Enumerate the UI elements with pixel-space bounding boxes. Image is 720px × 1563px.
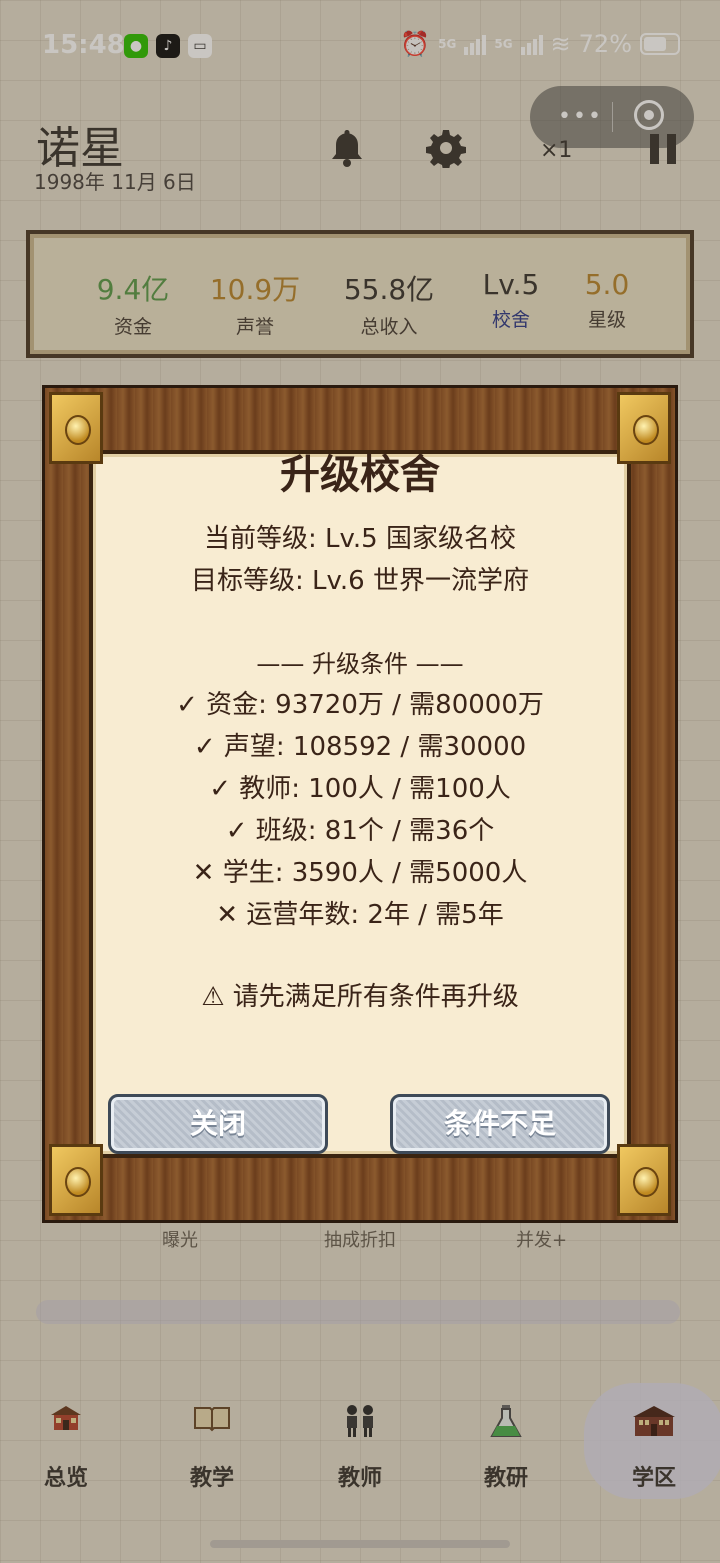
stat-label: 总收入 [360,316,418,338]
teachers-icon [300,1404,420,1440]
flask-icon [446,1404,566,1440]
wechat-icon: ● [124,34,148,58]
bottom-nav: 总览 教学 教师 教研 学区 [0,1390,720,1510]
school-house-icon [6,1404,126,1440]
stat-label: 星级 [587,309,626,331]
nav-item-research[interactable]: 教研 [446,1390,566,1500]
nav-label: 学区 [631,1466,676,1491]
stat-value: 9.4亿 [96,273,170,306]
stat-school-level[interactable]: Lv.5 校舍 [456,268,566,332]
corner-ornament [617,1144,671,1216]
nav-label: 教师 [337,1466,382,1491]
pause-icon[interactable] [650,134,676,164]
alarm-icon: ⏰ [400,30,431,58]
network-label-1: 5G [438,37,457,51]
dialog-title: 升级校舍 [280,452,440,498]
condition-teachers: ✓ 教师: 100人 / 需100人 [209,774,511,804]
signal-icon [520,33,543,55]
network-label-2: 5G [494,37,513,51]
stat-total-income: 55.8亿 总收入 [334,268,444,339]
settings-gear-icon[interactable] [426,128,466,177]
current-level-text: 当前等级: Lv.5 国家级名校 [204,524,516,554]
condition-reputation: ✓ 声望: 108592 / 需30000 [193,732,527,762]
status-time: 15:48 [42,30,125,60]
condition-classes: ✓ 班级: 81个 / 需36个 [225,816,495,846]
wifi-icon: ≋ [550,30,571,58]
target-level-text: 目标等级: Lv.6 世界一流学府 [191,566,529,596]
condition-students: ✕ 学生: 3590人 / 需5000人 [192,858,528,888]
game-date: 1998年 11月 6日 [34,170,196,194]
corner-ornament [49,1144,103,1216]
nav-item-teaching[interactable]: 教学 [152,1390,272,1500]
message-icon: ▭ [188,34,212,58]
home-indicator[interactable] [210,1540,510,1548]
close-button[interactable]: 关闭 [108,1094,328,1154]
status-bar: 15:48 ● ♪ ▭ ⏰ 5G 5G ≋ 72% [0,22,720,72]
conditions-heading: —— 升级条件 —— [256,650,464,678]
bg-label: 曝光 [162,1230,198,1251]
bell-icon[interactable] [330,128,364,177]
book-icon [152,1404,272,1440]
game-speed-button[interactable]: ×1 [540,138,572,163]
bg-label: 抽成折扣 [324,1230,396,1251]
stat-value: 10.9万 [209,273,301,306]
condition-years: ✕ 运营年数: 2年 / 需5年 [216,900,504,930]
close-miniprogram-icon[interactable] [634,100,664,130]
capsule-divider [612,102,613,132]
stat-label: 声誉 [235,316,274,338]
warning-text: ⚠ 请先满足所有条件再升级 [201,982,519,1012]
stat-label: 校舍 [491,309,530,331]
battery-icon [640,33,680,55]
stat-star-rating: 5.0 星级 [552,268,662,332]
stat-reputation: 10.9万 声誉 [200,268,310,339]
tiktok-icon: ♪ [156,34,180,58]
campus-building-icon [594,1404,714,1440]
bg-progress-bar [36,1300,680,1324]
stat-label: 资金 [113,316,152,338]
nav-label: 总览 [43,1466,88,1491]
stat-funds: 9.4亿 资金 [78,268,188,339]
stat-value: 55.8亿 [343,273,435,306]
condition-funds: ✓ 资金: 93720万 / 需80000万 [176,690,544,720]
nav-item-campus[interactable]: 学区 [594,1390,714,1500]
stat-value: Lv.5 [482,268,540,301]
upgrade-button-disabled[interactable]: 条件不足 [390,1094,610,1154]
signal-icon [464,33,487,55]
nav-label: 教学 [189,1466,234,1491]
stat-value: 5.0 [584,268,630,301]
stats-panel: 9.4亿 资金 10.9万 声誉 55.8亿 总收入 Lv.5 校舍 5.0 星… [26,230,694,358]
bg-label: 并发+ [516,1230,568,1251]
nav-item-overview[interactable]: 总览 [6,1390,126,1500]
battery-percent: 72% [578,30,632,58]
nav-label: 教研 [483,1466,528,1491]
nav-item-teachers[interactable]: 教师 [300,1390,420,1500]
more-icon[interactable]: ••• [558,104,603,129]
